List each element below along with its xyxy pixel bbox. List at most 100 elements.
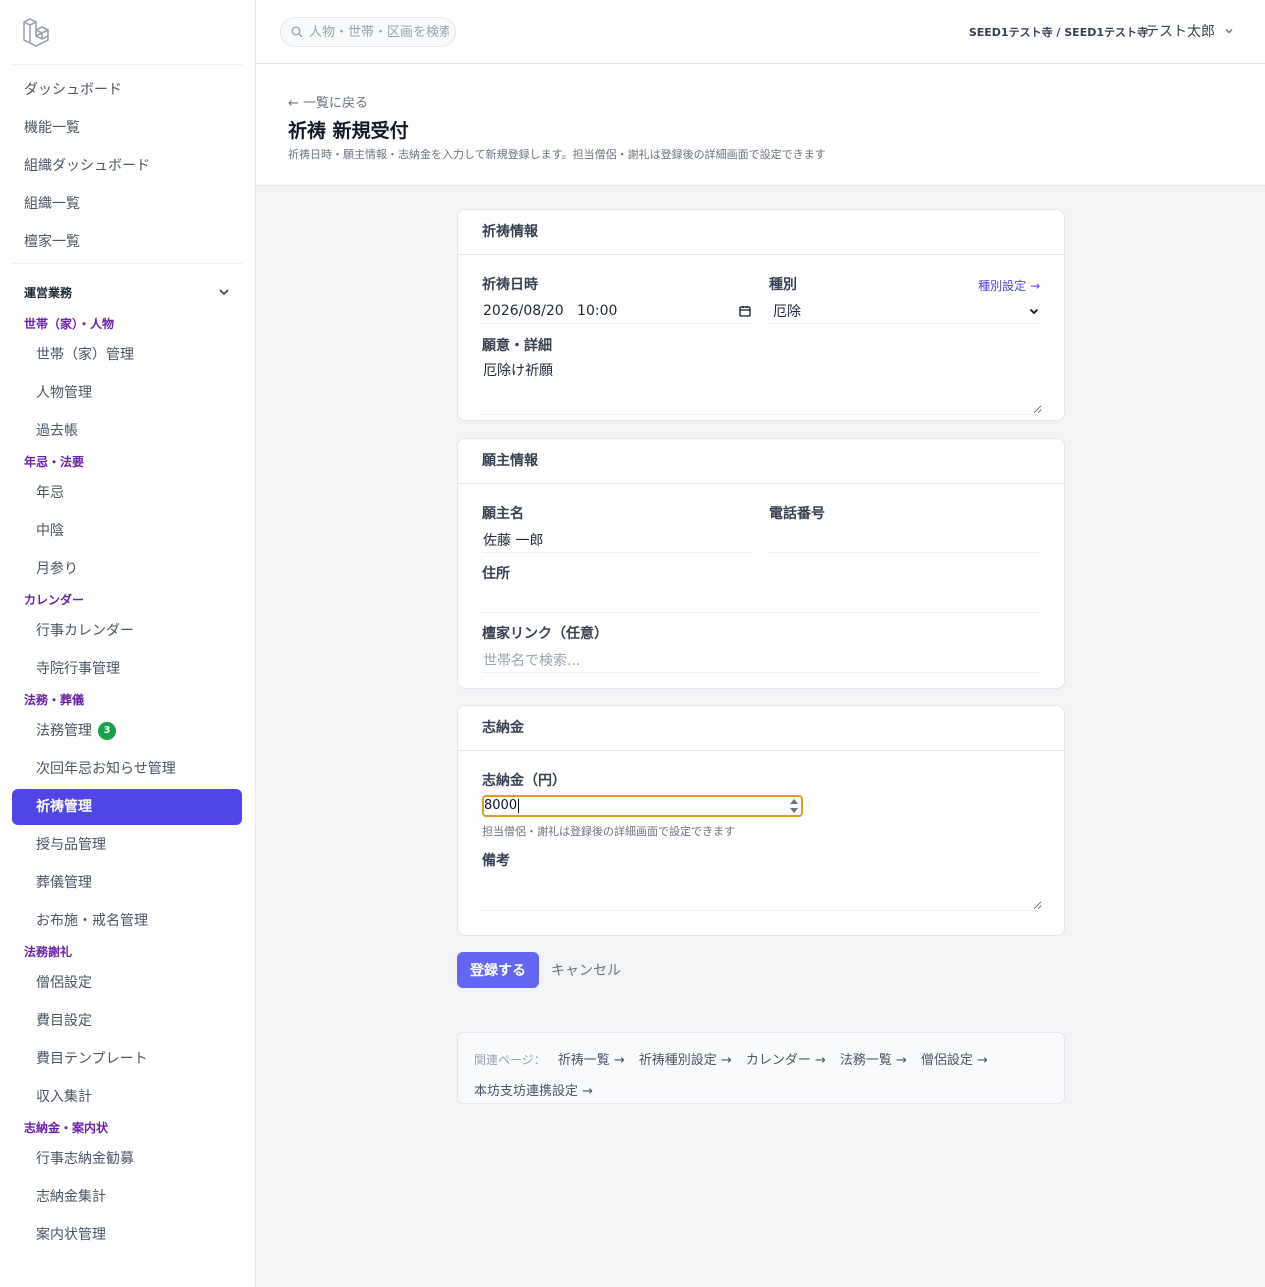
sidebar-item-person[interactable]: 人物管理 bbox=[0, 374, 255, 412]
related-link-kitou-type[interactable]: 祈祷種別設定 → bbox=[639, 1045, 732, 1076]
name-field: 願主名 佐藤 一郎 bbox=[482, 504, 753, 553]
sidebar-item-tsukimairi[interactable]: 月参り bbox=[0, 550, 255, 588]
sidebar-item-income-summary[interactable]: 収入集計 bbox=[0, 1078, 255, 1116]
nav-dashboard[interactable]: ダッシュボード bbox=[0, 71, 255, 109]
card-title: 願主情報 bbox=[458, 439, 1064, 484]
amount-input[interactable]: 8000 bbox=[482, 795, 803, 817]
sidebar-item-donation-campaign[interactable]: 行事志納金勧募 bbox=[0, 1140, 255, 1178]
donation-card: 志納金 志納金（円） 8000 担当僧侶・謝礼は登録後の詳細画面で設定できます … bbox=[457, 705, 1065, 936]
sidebar-item-kakocho[interactable]: 過去帳 bbox=[0, 412, 255, 450]
sidebar-item-chuin[interactable]: 中陰 bbox=[0, 512, 255, 550]
org-switcher[interactable]: SEED1テスト寺 / SEED1テスト寺 bbox=[969, 24, 1148, 40]
sidebar-item-donation-summary[interactable]: 志納金集計 bbox=[0, 1178, 255, 1216]
search-icon bbox=[291, 26, 303, 38]
wish-field: 願意・詳細 厄除け祈願 bbox=[482, 336, 1042, 419]
type-select[interactable]: 厄除 bbox=[769, 299, 1042, 324]
section-title: 法務謝礼 bbox=[24, 945, 73, 959]
prayer-info-card: 祈祷情報 種別設定 → 祈祷日時 2026/08/20 10:00 種別 厄除 … bbox=[457, 209, 1065, 421]
divider bbox=[12, 64, 243, 65]
note-field: 備考 bbox=[482, 851, 1042, 915]
nav-org-dashboard[interactable]: 組織ダッシュボード bbox=[0, 147, 255, 185]
applicant-card: 願主情報 願主名 佐藤 一郎 電話番号 住所 檀家リンク（任意） 世帯名で検索.… bbox=[457, 438, 1065, 689]
sidebar-item-kitou[interactable]: 祈祷管理 bbox=[12, 789, 242, 825]
address-input[interactable] bbox=[482, 588, 1042, 613]
note-textarea[interactable] bbox=[482, 875, 1042, 911]
datetime-input[interactable]: 2026/08/20 10:00 bbox=[482, 299, 753, 324]
sidebar-item-expense-settings[interactable]: 費目設定 bbox=[0, 1002, 255, 1040]
laravel-logo-icon[interactable] bbox=[22, 16, 52, 48]
field-label: 檀家リンク（任意） bbox=[482, 626, 608, 642]
type-value: 厄除 bbox=[773, 304, 801, 320]
danka-search-input[interactable]: 世帯名で検索... bbox=[482, 648, 1042, 673]
nav-org-list[interactable]: 組織一覧 bbox=[0, 185, 255, 223]
divider bbox=[12, 263, 243, 264]
page-header: ← 一覧に戻る 祈祷 新規受付 祈祷日時・願主情報・志納金を入力して新規登録しま… bbox=[256, 64, 1265, 186]
phone-field: 電話番号 bbox=[769, 504, 1042, 553]
related-link-kitou-list[interactable]: 祈祷一覧 → bbox=[558, 1045, 625, 1076]
related-label: 関連ページ： bbox=[474, 1053, 546, 1067]
section-title: カレンダー bbox=[24, 593, 85, 607]
sidebar-item-houmu[interactable]: 法務管理 3 bbox=[0, 712, 255, 750]
field-label: 備考 bbox=[482, 853, 510, 869]
card-title: 祈祷情報 bbox=[458, 210, 1064, 255]
name-input[interactable]: 佐藤 一郎 bbox=[482, 528, 753, 553]
group-toggle-operations[interactable]: 運営業務 bbox=[24, 280, 231, 304]
sidebar-item-priest-settings[interactable]: 僧侶設定 bbox=[0, 964, 255, 1002]
search-input[interactable] bbox=[309, 24, 449, 40]
field-label: 電話番号 bbox=[769, 506, 825, 522]
search-box[interactable] bbox=[280, 17, 456, 47]
sidebar-item-household[interactable]: 世帯（家）管理 bbox=[0, 336, 255, 374]
related-link-priest[interactable]: 僧侶設定 → bbox=[921, 1045, 988, 1076]
type-field: 種別 厄除 bbox=[769, 275, 1042, 324]
sidebar-item-ofuse[interactable]: お布施・戒名管理 bbox=[0, 902, 255, 940]
user-name: テスト太郎 bbox=[1145, 24, 1215, 40]
page-subtitle: 祈祷日時・願主情報・志納金を入力して新規登録します。担当僧侶・謝礼は登録後の詳細… bbox=[288, 148, 826, 161]
phone-input[interactable] bbox=[769, 528, 1042, 553]
field-label: 祈祷日時 bbox=[482, 277, 538, 293]
sidebar: ダッシュボード 機能一覧 組織ダッシュボード 組織一覧 檀家一覧 運営業務 世帯… bbox=[0, 0, 256, 1287]
wish-textarea[interactable]: 厄除け祈願 bbox=[482, 360, 1042, 415]
page-title: 祈祷 新規受付 bbox=[288, 120, 409, 142]
sidebar-item-invitation[interactable]: 案内状管理 bbox=[0, 1216, 255, 1254]
section-title: 志納金・案内状 bbox=[24, 1121, 109, 1135]
back-link[interactable]: ← 一覧に戻る bbox=[288, 92, 368, 111]
related-link-calendar[interactable]: カレンダー → bbox=[746, 1045, 826, 1076]
card-title: 志納金 bbox=[458, 706, 1064, 751]
related-links: 関連ページ： 祈祷一覧 → 祈祷種別設定 → カレンダー → 法務一覧 → 僧侶… bbox=[457, 1032, 1065, 1104]
top-nav: ダッシュボード 機能一覧 組織ダッシュボード 組織一覧 檀家一覧 bbox=[0, 71, 255, 261]
datetime-value: 2026/08/20 10:00 bbox=[483, 303, 618, 319]
cancel-button[interactable]: キャンセル bbox=[551, 960, 621, 980]
group-label: 運営業務 bbox=[24, 285, 73, 300]
amount-field: 志納金（円） 8000 担当僧侶・謝礼は登録後の詳細画面で設定できます bbox=[482, 771, 1042, 839]
calendar-icon[interactable] bbox=[739, 305, 751, 317]
related-link-honbou[interactable]: 本坊支坊連携設定 → bbox=[474, 1076, 593, 1107]
field-label: 住所 bbox=[482, 566, 510, 582]
sidebar-item-nenki[interactable]: 年忌 bbox=[0, 474, 255, 512]
sidebar-item-temple-events[interactable]: 寺院行事管理 bbox=[0, 650, 255, 688]
sidebar-item-expense-template[interactable]: 費目テンプレート bbox=[0, 1040, 255, 1078]
sidebar-item-event-calendar[interactable]: 行事カレンダー bbox=[0, 612, 255, 650]
field-label: 願主名 bbox=[482, 506, 524, 522]
sidebar-item-juyohin[interactable]: 授与品管理 bbox=[0, 826, 255, 864]
sidebar-item-sougi[interactable]: 葬儀管理 bbox=[0, 864, 255, 902]
top-bar: SEED1テスト寺 / SEED1テスト寺 テスト太郎 bbox=[256, 0, 1265, 64]
chevron-down-icon bbox=[219, 289, 229, 296]
related-line: 本坊支坊連携設定 → bbox=[474, 1076, 1048, 1107]
related-link-houmu-list[interactable]: 法務一覧 → bbox=[840, 1045, 907, 1076]
number-spinner[interactable] bbox=[789, 797, 799, 815]
danka-field: 檀家リンク（任意） 世帯名で検索... bbox=[482, 624, 1042, 673]
field-label: 種別 bbox=[769, 277, 797, 293]
nav-danka-list[interactable]: 檀家一覧 bbox=[0, 223, 255, 261]
submit-button[interactable]: 登録する bbox=[457, 952, 539, 988]
count-badge: 3 bbox=[98, 722, 116, 740]
nav-features[interactable]: 機能一覧 bbox=[0, 109, 255, 147]
address-field: 住所 bbox=[482, 564, 1042, 613]
section-title: 法務・葬儀 bbox=[24, 693, 85, 707]
section-title: 世帯（家）・人物 bbox=[24, 317, 115, 331]
section-title: 年忌・法要 bbox=[24, 455, 85, 469]
sidebar-item-next-nenki[interactable]: 次回年忌お知らせ管理 bbox=[0, 750, 255, 788]
field-label: 志納金（円） bbox=[482, 773, 566, 789]
amount-hint: 担当僧侶・謝礼は登録後の詳細画面で設定できます bbox=[482, 825, 735, 838]
user-menu[interactable]: テスト太郎 bbox=[1145, 21, 1235, 41]
datetime-field: 祈祷日時 2026/08/20 10:00 bbox=[482, 275, 753, 324]
